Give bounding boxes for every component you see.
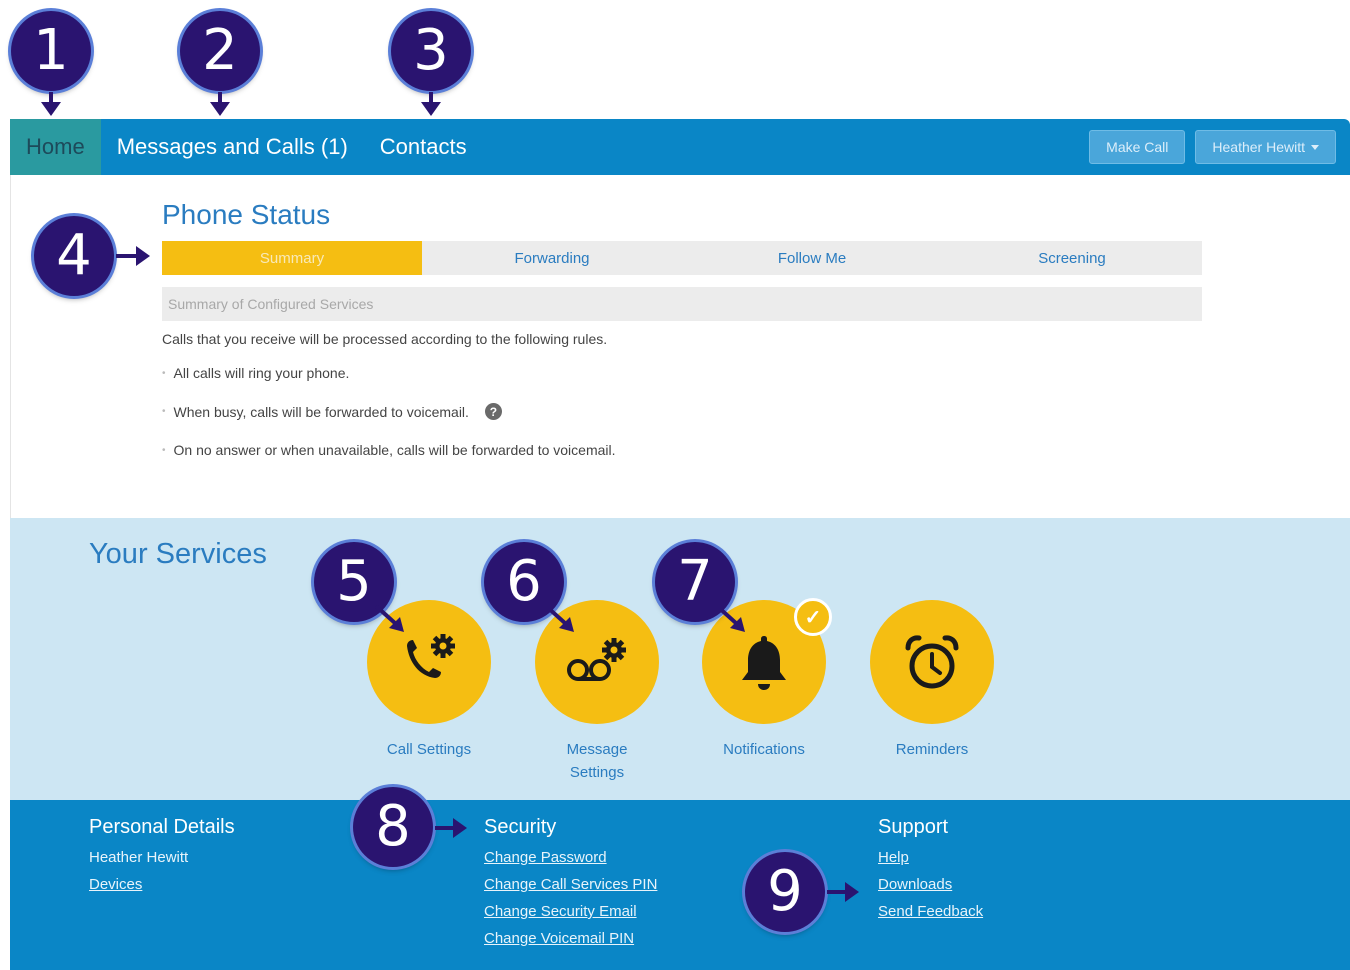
- callout-arrows-diagonal: [374, 604, 745, 632]
- callout-marker: 9: [745, 852, 825, 932]
- callout-arrow: [374, 604, 398, 626]
- callout-arrow: [715, 604, 739, 626]
- callout-arrow: [827, 882, 859, 902]
- callout-arrow: [435, 818, 467, 838]
- callout-arrow: [544, 604, 568, 626]
- callout-marker: 8: [353, 787, 433, 867]
- page: Home Messages and Calls (1) Contacts Mak…: [0, 0, 1350, 970]
